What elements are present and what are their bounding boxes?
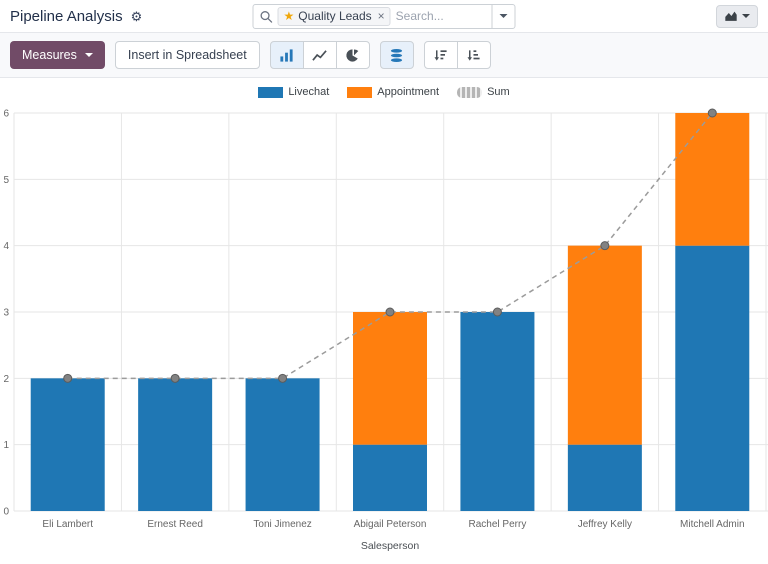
pie-chart-button[interactable] xyxy=(336,41,370,69)
gear-icon[interactable]: ⚙ xyxy=(131,10,143,23)
legend-label-appointment: Appointment xyxy=(377,86,439,98)
favorite-star-icon: ★ xyxy=(284,10,295,22)
svg-text:Salesperson: Salesperson xyxy=(361,540,420,552)
facet-label: Quality Leads xyxy=(298,9,371,23)
legend-item-appointment[interactable]: Appointment xyxy=(347,86,439,98)
stacked-icon xyxy=(389,48,404,63)
svg-text:4: 4 xyxy=(3,241,9,252)
legend-swatch-livechat xyxy=(258,87,283,98)
pie-chart-icon xyxy=(345,48,360,63)
legend-swatch-sum xyxy=(457,87,482,98)
legend-item-livechat[interactable]: Livechat xyxy=(258,86,329,98)
graph-toolbar: Measures Insert in Spreadsheet xyxy=(0,32,768,78)
legend-label-livechat: Livechat xyxy=(288,86,329,98)
svg-text:Ernest Reed: Ernest Reed xyxy=(147,519,203,530)
search-input[interactable] xyxy=(396,9,486,23)
stacked-group xyxy=(380,41,414,69)
measures-button[interactable]: Measures xyxy=(10,41,105,69)
svg-text:0: 0 xyxy=(3,507,9,518)
line-chart-button[interactable] xyxy=(303,41,337,69)
svg-text:3: 3 xyxy=(3,308,9,319)
page-title: Pipeline Analysis xyxy=(10,8,123,25)
sort-descending-icon xyxy=(433,48,448,63)
bar-chart-icon xyxy=(279,48,294,63)
bar-chart-button[interactable] xyxy=(270,41,304,69)
breadcrumb: Pipeline Analysis ⚙ xyxy=(10,8,142,25)
svg-text:Jeffrey Kelly: Jeffrey Kelly xyxy=(578,519,632,530)
legend-swatch-appointment xyxy=(347,87,372,98)
chart-type-group xyxy=(270,41,370,69)
chevron-down-icon xyxy=(500,14,508,18)
view-switcher-button[interactable] xyxy=(716,5,758,28)
facet-remove-icon[interactable]: × xyxy=(378,10,385,22)
measures-label: Measures xyxy=(22,48,77,62)
control-panel: Pipeline Analysis ⚙ ★ Quality Leads × xyxy=(0,0,768,32)
chevron-down-icon xyxy=(85,53,93,57)
search-dropdown-toggle[interactable] xyxy=(492,4,516,29)
svg-text:6: 6 xyxy=(3,109,9,120)
area-chart-icon xyxy=(724,9,738,23)
search-bar: ★ Quality Leads × xyxy=(253,4,516,29)
search-facet[interactable]: ★ Quality Leads × xyxy=(278,7,391,26)
legend-item-sum[interactable]: Sum xyxy=(457,86,510,98)
search-icon xyxy=(260,10,273,23)
sort-descending-button[interactable] xyxy=(424,41,458,69)
sort-group xyxy=(424,41,491,69)
svg-text:5: 5 xyxy=(3,175,9,186)
sort-ascending-button[interactable] xyxy=(457,41,491,69)
svg-text:2: 2 xyxy=(3,374,9,385)
insert-in-spreadsheet-button[interactable]: Insert in Spreadsheet xyxy=(115,41,260,69)
svg-text:1: 1 xyxy=(3,440,9,451)
chart-legend: Livechat Appointment Sum xyxy=(0,84,768,100)
sort-ascending-icon xyxy=(466,48,481,63)
chevron-down-icon xyxy=(742,14,750,18)
svg-text:Abigail Peterson: Abigail Peterson xyxy=(354,519,427,530)
chart-area: Livechat Appointment Sum 0 1 2 3 4 5 6 Eli Lamb… xyxy=(0,78,768,562)
stacked-toggle-button[interactable] xyxy=(380,41,414,69)
svg-text:Rachel Perry: Rachel Perry xyxy=(469,519,527,530)
legend-label-sum: Sum xyxy=(487,86,510,98)
line-chart-icon xyxy=(312,48,327,63)
insert-label: Insert in Spreadsheet xyxy=(128,48,247,62)
search-input-area[interactable]: ★ Quality Leads × xyxy=(253,4,493,29)
svg-text:Eli Lambert: Eli Lambert xyxy=(42,519,93,530)
pipeline-chart[interactable]: 0 1 2 3 4 5 6 Eli Lambert Ernest Reed Toni Jimene… xyxy=(0,102,768,562)
svg-text:Toni Jimenez: Toni Jimenez xyxy=(253,519,311,530)
svg-text:Mitchell Admin: Mitchell Admin xyxy=(680,519,744,530)
